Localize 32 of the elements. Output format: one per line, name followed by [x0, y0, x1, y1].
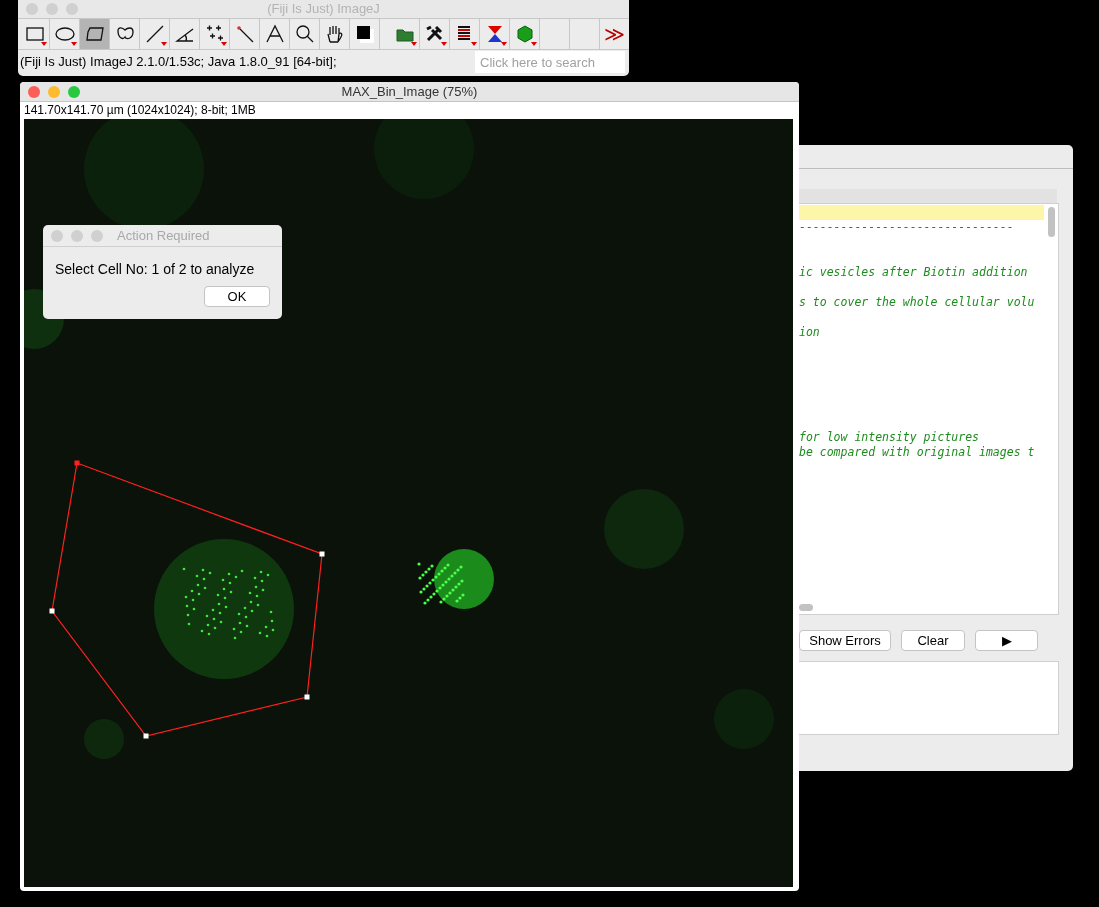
menu-triangle-icon	[221, 42, 227, 46]
editor-button[interactable]: Clear	[901, 629, 965, 651]
image-info: 141.70x141.70 µm (1024x1024); 8-bit; 1MB	[23, 102, 257, 118]
scrollbar-thumb[interactable]	[799, 604, 813, 611]
code-comment: s to cover the whole cellular volu	[799, 295, 1036, 310]
code-comment: ic vesicles after Biotin addition	[799, 265, 1029, 280]
dialog-message: Select Cell No: 1 of 2 to analyze	[54, 260, 256, 279]
menu-triangle-icon	[411, 42, 417, 46]
close-button[interactable]	[28, 85, 40, 98]
window-title: MAX_Bin_Image (75%)	[340, 82, 479, 101]
menu-triangle-icon	[471, 42, 477, 46]
menu-triangle-icon	[161, 42, 167, 46]
menu-triangle-icon	[501, 42, 507, 46]
run-button[interactable]: ▶	[975, 629, 1038, 651]
tool-button[interactable]	[80, 19, 110, 49]
code-comment: ion	[799, 325, 821, 340]
scrollbar-thumb[interactable]	[1048, 207, 1055, 237]
text-icon	[263, 23, 286, 45]
code-comment: be compared with original images t	[799, 445, 1036, 460]
menu-triangle-icon	[71, 42, 77, 46]
code-comment: -------------------------------	[799, 220, 1015, 235]
menu-triangle-icon	[441, 42, 447, 46]
ok-button[interactable]: OK	[204, 286, 270, 307]
editor-button[interactable]: Show Errors	[799, 629, 891, 651]
code-editor[interactable]: ------------------------------- ic vesicles after Biotin addition s to cover the whole cellular volu ion for low intensity pictures be compared with original images t	[798, 203, 1059, 615]
menu-triangle-icon	[41, 42, 47, 46]
magnifier-icon	[293, 23, 316, 45]
code-comment: for low intensity pictures	[799, 430, 980, 445]
status-text: (Fiji Is Just) ImageJ 2.1.0/1.53c; Java 1.8.0_91 [64-bit];	[19, 53, 338, 72]
menu-triangle-icon	[531, 42, 537, 46]
dialog-title: Action Required	[117, 226, 210, 245]
search-field[interactable]: Click here to search	[475, 51, 625, 73]
